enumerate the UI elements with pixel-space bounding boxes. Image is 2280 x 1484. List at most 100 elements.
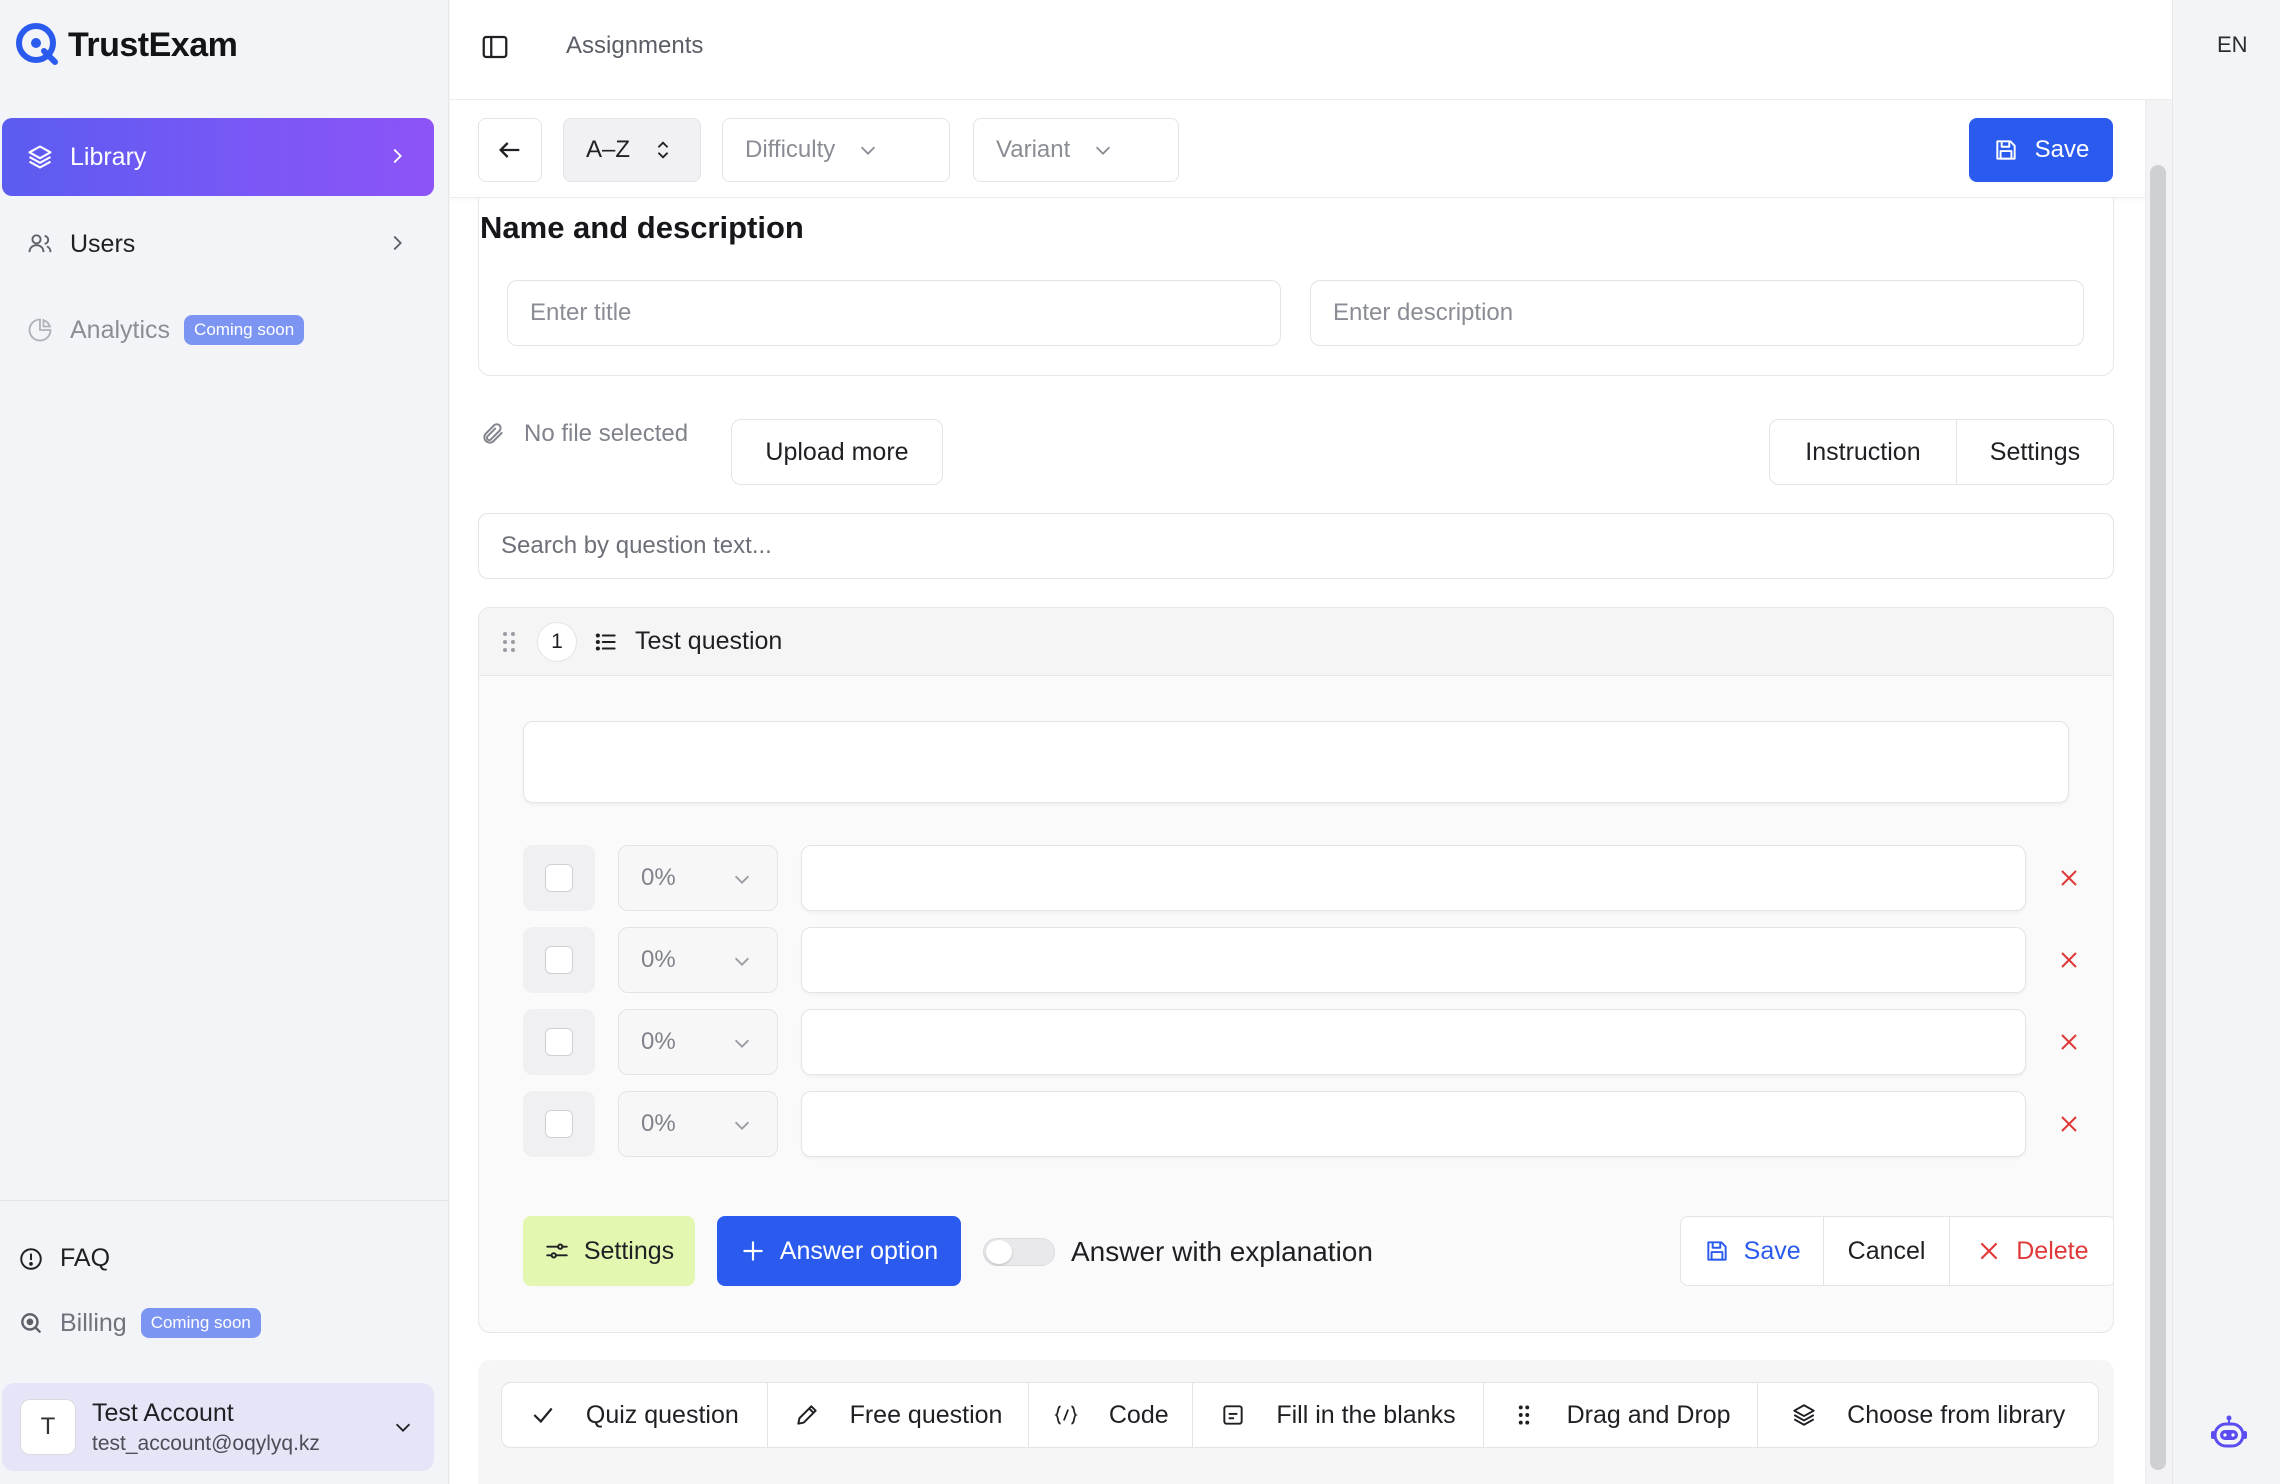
answer-percent-select[interactable]: 0% [618,845,778,911]
upload-more-button[interactable]: Upload more [731,419,943,485]
plus-icon [743,1241,763,1261]
chevron-down-icon [1096,146,1111,155]
trustexam-logo-icon [16,23,58,65]
question-settings-label: Settings [583,1236,675,1265]
breadcrumb[interactable]: Assignments [566,32,703,60]
language-switcher[interactable]: EN [2217,32,2248,58]
floppy-disk-icon [1707,1241,1727,1261]
logo[interactable]: TrustExam [16,20,238,70]
answer-percent-select[interactable]: 0% [618,927,778,993]
chevron-right-icon [393,235,402,251]
sidebar-item-label: Library [70,142,147,171]
instruction-button[interactable]: Instruction [1770,420,1956,484]
answer-row: 0% [523,1091,2103,1157]
code-icon [1054,1405,1078,1425]
question-save-button[interactable]: Save [1681,1217,1823,1285]
back-button[interactable] [478,118,542,182]
sort-button[interactable]: A–Z [563,118,701,182]
add-answer-option-button[interactable]: Answer option [717,1216,961,1286]
variant-select[interactable]: Variant [973,118,1179,182]
answer-row: 0% [523,927,2103,993]
sidebar-divider [0,1200,449,1201]
question-type-label: Code [1108,1400,1169,1429]
answer-percent-select[interactable]: 0% [618,1091,778,1157]
explanation-toggle[interactable] [983,1238,1055,1266]
arrow-left-icon [499,142,520,158]
account-name: Test Account [92,1398,234,1427]
description-input[interactable]: Enter description [1310,280,2084,346]
layers-icon [1793,1404,1815,1426]
chevron-down-icon [734,957,750,966]
question-header[interactable]: 1 Test question [479,608,2113,676]
remove-answer-icon[interactable] [2057,948,2081,972]
sidebar-item-label: Analytics [70,315,171,344]
save-label: Save [2034,136,2090,163]
question-delete-button[interactable]: Delete [1948,1217,2113,1285]
scrollbar-thumb[interactable] [2150,165,2166,1470]
question-settings-button[interactable]: Settings [523,1216,695,1286]
file-status: No file selected [480,420,688,448]
answer-checkbox[interactable] [545,1110,573,1138]
pie-chart-icon [28,318,52,342]
sidebar-item-users[interactable]: Users [2,205,434,283]
app-name: TrustExam [68,25,238,64]
sidebar-item-billing[interactable]: Billing Coming soon [18,1308,261,1338]
add-free-question-button[interactable]: Free question [766,1383,1029,1447]
add-drag-drop-button[interactable]: Drag and Drop [1482,1383,1758,1447]
drag-dots-icon [1518,1405,1529,1425]
answer-percent: 0% [641,1028,676,1055]
save-button[interactable]: Save [1969,118,2113,182]
choose-from-library-button[interactable]: Choose from library [1757,1383,2098,1447]
question-delete-label: Delete [2016,1236,2089,1265]
chevron-down-icon [734,1121,750,1130]
remove-answer-icon[interactable] [2057,1112,2081,1136]
sidebar-item-faq[interactable]: FAQ [18,1244,110,1273]
drag-handle-icon[interactable] [499,629,519,655]
answer-percent: 0% [641,1110,676,1137]
answer-checkbox[interactable] [545,864,573,892]
answer-checkbox[interactable] [545,1028,573,1056]
answer-input[interactable] [801,845,2026,911]
toolbar: A–Z Difficulty Variant Save [450,100,2145,198]
answer-checkbox-wrap [523,1091,595,1157]
add-fill-blanks-button[interactable]: Fill in the blanks [1192,1383,1483,1447]
question-text-input[interactable] [523,721,2069,803]
blank-field-icon [1223,1405,1243,1425]
top-bar: Assignments [450,0,2172,100]
question-type-bar: Quiz question Free question Code Fill in… [501,1382,2099,1448]
assistant-bot-icon[interactable] [2209,1414,2249,1454]
settings-button[interactable]: Settings [1955,420,2113,484]
answer-checkbox[interactable] [545,946,573,974]
title-input[interactable]: Enter title [507,280,1281,346]
question-card: 1 Test question 0% 0% 0% 0% Settings Ans… [478,607,2114,1333]
sidebar-item-label: Billing [60,1308,127,1337]
main-content: A–Z Difficulty Variant Save Name and des… [450,100,2145,1484]
search-input[interactable]: Search by question text... [478,513,2114,579]
remove-answer-icon[interactable] [2057,1030,2081,1054]
paperclip-icon [483,423,503,444]
account-email: test_account@oqylyq.kz [92,1431,320,1455]
answer-row: 0% [523,1009,2103,1075]
sidebar-toggle-icon[interactable] [480,32,510,62]
add-quiz-question-button[interactable]: Quiz question [502,1383,767,1447]
section-title: Name and description [480,210,804,245]
list-icon [595,632,616,651]
answer-percent-select[interactable]: 0% [618,1009,778,1075]
sidebar-item-label: FAQ [60,1244,111,1272]
chevron-up-down-icon [657,141,669,159]
add-code-question-button[interactable]: Code [1028,1383,1192,1447]
answer-input[interactable] [801,927,2026,993]
chevron-down-icon [734,1039,750,1048]
answer-input[interactable] [801,1009,2026,1075]
sidebar-item-library[interactable]: Library [2,118,434,196]
sidebar-item-analytics[interactable]: Analytics Coming soon [2,291,434,369]
answer-percent: 0% [641,946,676,973]
remove-answer-icon[interactable] [2057,866,2081,890]
difficulty-select[interactable]: Difficulty [722,118,950,182]
pencil-icon [796,1405,817,1425]
layers-icon [28,145,52,169]
account-switcher[interactable]: T Test Account test_account@oqylyq.kz [2,1383,434,1471]
question-cancel-button[interactable]: Cancel [1823,1217,1948,1285]
answer-input[interactable] [801,1091,2026,1157]
billing-icon [21,1313,41,1333]
